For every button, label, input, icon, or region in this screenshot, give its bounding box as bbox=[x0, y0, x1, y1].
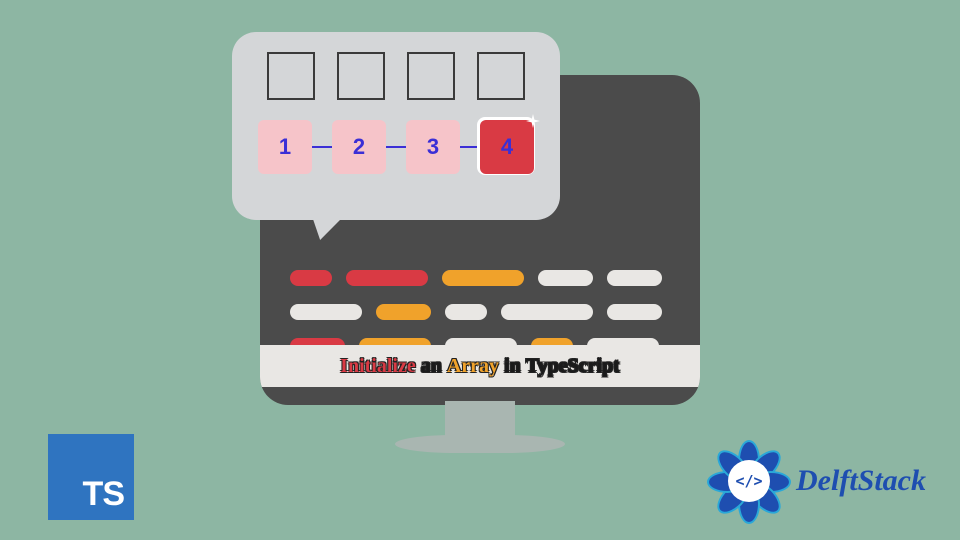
empty-box bbox=[477, 52, 525, 100]
title-caption: Initialize an Array in TypeScript bbox=[260, 345, 700, 387]
array-cell: 2 bbox=[332, 120, 386, 174]
title-word-an: an bbox=[421, 355, 442, 378]
connector-line bbox=[386, 146, 406, 148]
title-word-typescript: TypeScript bbox=[526, 355, 620, 378]
monitor-base bbox=[395, 435, 565, 453]
array-indices-row: 1 2 3 4 bbox=[254, 120, 538, 174]
empty-box bbox=[267, 52, 315, 100]
title-word-array: Array bbox=[447, 355, 499, 378]
array-speech-bubble: 1 2 3 4 bbox=[232, 32, 560, 220]
monitor-stand bbox=[445, 401, 515, 437]
title-word-initialize: Initialize bbox=[340, 355, 416, 378]
title-word-in: in bbox=[504, 355, 521, 378]
typescript-badge-label: TS bbox=[83, 475, 124, 514]
empty-boxes-row bbox=[254, 52, 538, 100]
empty-box bbox=[337, 52, 385, 100]
delftstack-logo: </> DelftStack bbox=[710, 442, 926, 520]
connector-line bbox=[312, 146, 332, 148]
delftstack-emblem-icon: </> bbox=[710, 442, 788, 520]
connector-line bbox=[460, 146, 480, 148]
array-cell: 3 bbox=[406, 120, 460, 174]
code-glyph-icon: </> bbox=[728, 460, 770, 502]
array-cell-highlight: 4 bbox=[480, 120, 534, 174]
delftstack-brand-text: DelftStack bbox=[796, 464, 926, 498]
empty-box bbox=[407, 52, 455, 100]
typescript-badge-icon: TS bbox=[48, 434, 134, 520]
array-cell: 1 bbox=[258, 120, 312, 174]
